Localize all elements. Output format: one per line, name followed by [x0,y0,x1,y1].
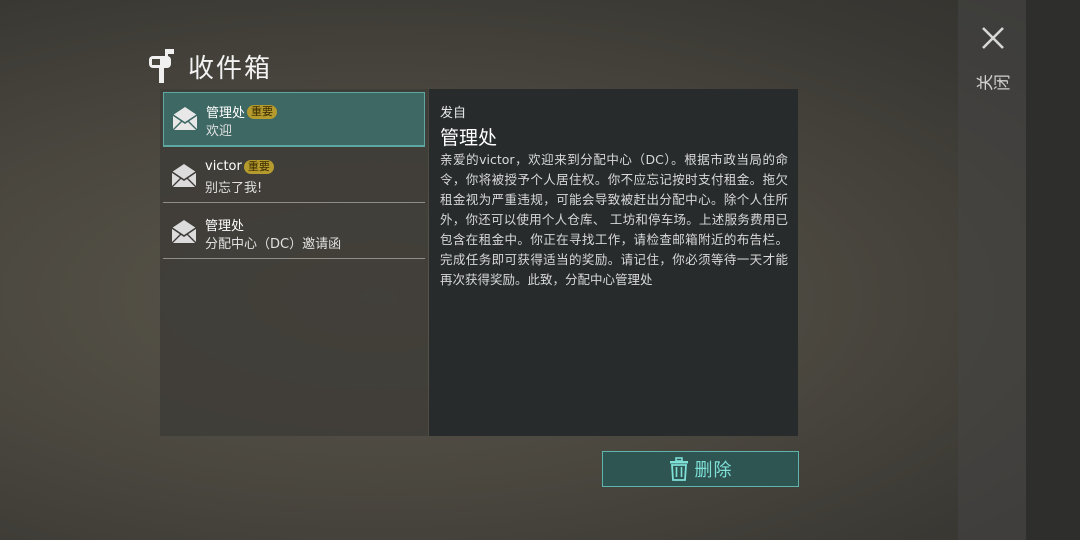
mail-item-welcome[interactable]: 管理处 重要 欢迎 [163,92,425,147]
important-badge: 重要 [243,159,274,174]
page-title: 收件箱 [188,53,273,84]
envelope-icon [171,220,197,244]
close-button[interactable]: 关闭 [975,20,1011,112]
mail-detail: 发自 管理处 亲爱的victor，欢迎来到分配中心（DC）。根据市政当局的命令，… [429,89,798,436]
from-label: 发自 [440,106,467,121]
mail-subject: 欢迎 [206,124,233,139]
mail-body: 亲爱的victor，欢迎来到分配中心（DC）。根据市政当局的命令，你将被授予个人… [440,152,788,287]
envelope-icon [171,164,197,188]
envelope-icon [172,107,198,131]
mail-sender-name: 管理处 [205,219,245,234]
mail-sender: 管理处 重要 [206,102,278,121]
mail-sender-name: 管理处 [206,106,246,121]
mail-item-victor[interactable]: victor 重要 别忘了我! [163,150,425,203]
mail-item-invitation[interactable]: 管理处 分配中心（DC）邀请函 [163,206,425,259]
close-icon [982,27,1004,49]
mail-sender: 管理处 [205,215,244,234]
mail-sender-name: victor [205,159,242,174]
delete-button[interactable]: 删除 [602,451,799,487]
trash-icon [669,457,688,481]
important-badge: 重要 [247,104,278,119]
from-name: 管理处 [440,127,498,149]
mail-sender: victor 重要 [205,159,274,174]
title-bar: 收件箱 [146,46,272,86]
mail-list: 管理处 重要 欢迎 victor 重要 别忘了我! 管理处 分配中心（DC）邀请… [160,89,428,436]
close-label: 关闭 [976,75,1010,95]
delete-label: 删除 [694,460,733,481]
mail-subject: 别忘了我! [205,181,263,196]
mailbox-icon [149,49,174,83]
screen-edge [1026,0,1080,540]
mail-subject: 分配中心（DC）邀请函 [205,237,342,252]
